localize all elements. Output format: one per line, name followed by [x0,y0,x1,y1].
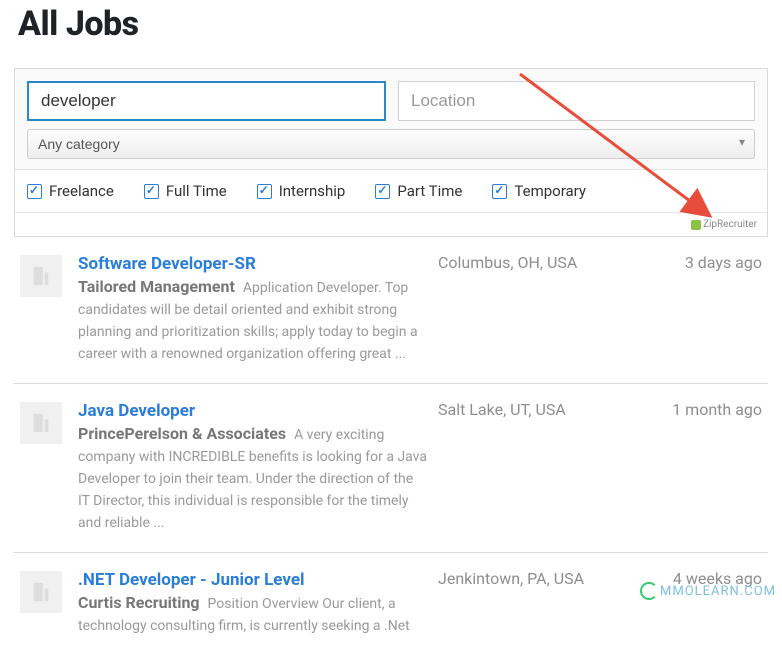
sponsor-label: ZipRecruiter [703,219,757,230]
job-type-label: Part Time [397,182,462,200]
location-input[interactable] [398,81,755,121]
page-title: All Jobs [18,4,782,44]
job-posted-date: 1 month ago [672,400,762,419]
job-type-freelance[interactable]: Freelance [27,182,114,200]
watermark-icon [640,582,658,600]
checkbox-icon[interactable] [257,184,272,199]
category-row: Any category [15,129,767,169]
job-type-parttime[interactable]: Part Time [375,182,462,200]
job-types-row: Freelance Full Time Internship Part Time… [15,169,767,212]
job-row[interactable]: Java Developer PrincePerelson & Associat… [14,384,768,553]
checkbox-icon[interactable] [492,184,507,199]
job-main: Java Developer PrincePerelson & Associat… [78,400,428,534]
job-row[interactable]: Software Developer-SR Tailored Managemen… [14,237,768,384]
checkbox-icon[interactable] [27,184,42,199]
job-location: Jenkintown, PA, USA [438,569,608,588]
job-type-label: Temporary [514,182,586,200]
job-type-label: Freelance [49,182,114,200]
job-posted-date: 3 days ago [685,253,762,272]
job-type-label: Internship [279,182,346,200]
company-logo-placeholder [20,255,62,297]
job-location: Columbus, OH, USA [438,253,608,272]
job-company: Curtis Recruiting [78,593,200,612]
job-row[interactable]: .NET Developer - Junior Level Curtis Rec… [14,553,768,655]
category-select[interactable]: Any category [27,129,755,159]
watermark-text: MMOLEARN.COM [660,584,776,599]
search-row [15,69,767,129]
job-type-internship[interactable]: Internship [257,182,346,200]
job-company: PrincePerelson & Associates [78,424,286,443]
job-main: .NET Developer - Junior Level Curtis Rec… [78,569,428,637]
building-icon [30,265,52,287]
checkbox-icon[interactable] [144,184,159,199]
ziprecruiter-badge[interactable]: ZipRecruiter [691,219,757,230]
search-panel: Any category Freelance Full Time Interns… [14,68,768,237]
building-icon [30,412,52,434]
keyword-input[interactable] [27,81,386,121]
job-type-temporary[interactable]: Temporary [492,182,586,200]
company-logo-placeholder [20,402,62,444]
ziprecruiter-icon [691,220,701,230]
job-type-label: Full Time [166,182,227,200]
job-title-link[interactable]: .NET Developer - Junior Level [78,569,428,591]
job-title-link[interactable]: Java Developer [78,400,428,422]
job-main: Software Developer-SR Tailored Managemen… [78,253,428,365]
job-location: Salt Lake, UT, USA [438,400,608,419]
job-company: Tailored Management [78,277,235,296]
sponsor-bar: ZipRecruiter [15,212,767,236]
job-type-fulltime[interactable]: Full Time [144,182,227,200]
watermark: MMOLEARN.COM [640,582,776,600]
job-title-link[interactable]: Software Developer-SR [78,253,428,275]
checkbox-icon[interactable] [375,184,390,199]
company-logo-placeholder [20,571,62,613]
